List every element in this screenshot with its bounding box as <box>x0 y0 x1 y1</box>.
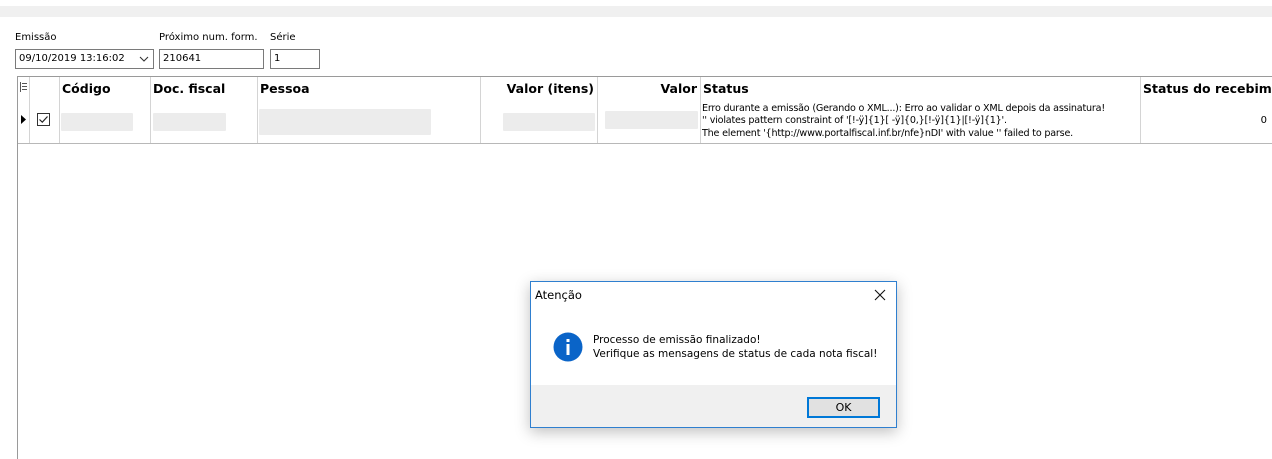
status-line: Erro durante a emissão (Gerando o XML...… <box>702 103 1105 114</box>
proximo-label: Próximo num. form. <box>159 32 258 43</box>
column-divider <box>59 77 60 143</box>
column-header-pessoa[interactable]: Pessoa <box>260 81 310 96</box>
dialog-message: Processo de emissão finalizado! Verifiqu… <box>593 334 877 361</box>
valor-cell-redacted <box>605 111 698 129</box>
proximo-input[interactable]: 210641 <box>159 49 264 69</box>
serie-label: Série <box>270 32 296 43</box>
dialog-message-line: Verifique as mensagens de status de cada… <box>593 347 878 360</box>
column-divider <box>257 77 258 143</box>
status-recebimento-cell: 0 <box>1260 115 1267 126</box>
doc-fiscal-cell-redacted <box>153 113 226 131</box>
column-header-status[interactable]: Status <box>703 81 749 96</box>
status-cell: Erro durante a emissão (Gerando o XML...… <box>702 103 1105 140</box>
attention-dialog: Atenção Processo de emissão finalizado! … <box>530 281 897 428</box>
row-divider <box>18 143 1272 144</box>
emissao-value: 09/10/2019 13:16:02 <box>19 53 125 64</box>
chevron-down-icon[interactable] <box>137 52 151 66</box>
column-divider <box>480 77 481 143</box>
dialog-title: Atenção <box>535 288 582 302</box>
emissao-dropdown[interactable]: 09/10/2019 13:16:02 <box>15 49 154 69</box>
ok-button[interactable]: OK <box>807 397 880 418</box>
valor-itens-cell-redacted <box>503 113 595 131</box>
row-checkbox[interactable] <box>37 113 50 126</box>
column-header-valor-itens[interactable]: Valor (itens) <box>483 81 594 96</box>
close-icon[interactable] <box>868 285 892 305</box>
column-divider <box>1140 77 1141 143</box>
serie-input[interactable]: 1 <box>270 49 320 69</box>
status-line: '' violates pattern constraint of '[!-ÿ]… <box>702 115 1007 127</box>
status-line: The element '{http://www.portalfiscal.in… <box>702 127 1074 139</box>
column-divider <box>29 77 30 143</box>
emissao-label: Emissão <box>15 32 57 43</box>
column-header-codigo[interactable]: Código <box>62 81 111 96</box>
column-divider <box>597 77 598 143</box>
column-header-valor[interactable]: Valor <box>600 81 697 96</box>
codigo-cell-redacted <box>61 113 133 131</box>
column-header-status-recebimento[interactable]: Status do recebime <box>1143 81 1272 96</box>
column-header-doc-fiscal[interactable]: Doc. fiscal <box>153 81 225 96</box>
pessoa-cell-redacted <box>259 109 431 135</box>
toolbar-strip <box>0 6 1272 17</box>
dialog-footer: OK <box>531 385 896 427</box>
dialog-message-line: Processo de emissão finalizado! <box>593 334 761 346</box>
column-divider <box>700 77 701 143</box>
info-icon <box>553 332 583 362</box>
row-indicator-icon <box>21 115 26 124</box>
column-divider <box>150 77 151 143</box>
column-chooser-icon[interactable] <box>20 82 28 92</box>
